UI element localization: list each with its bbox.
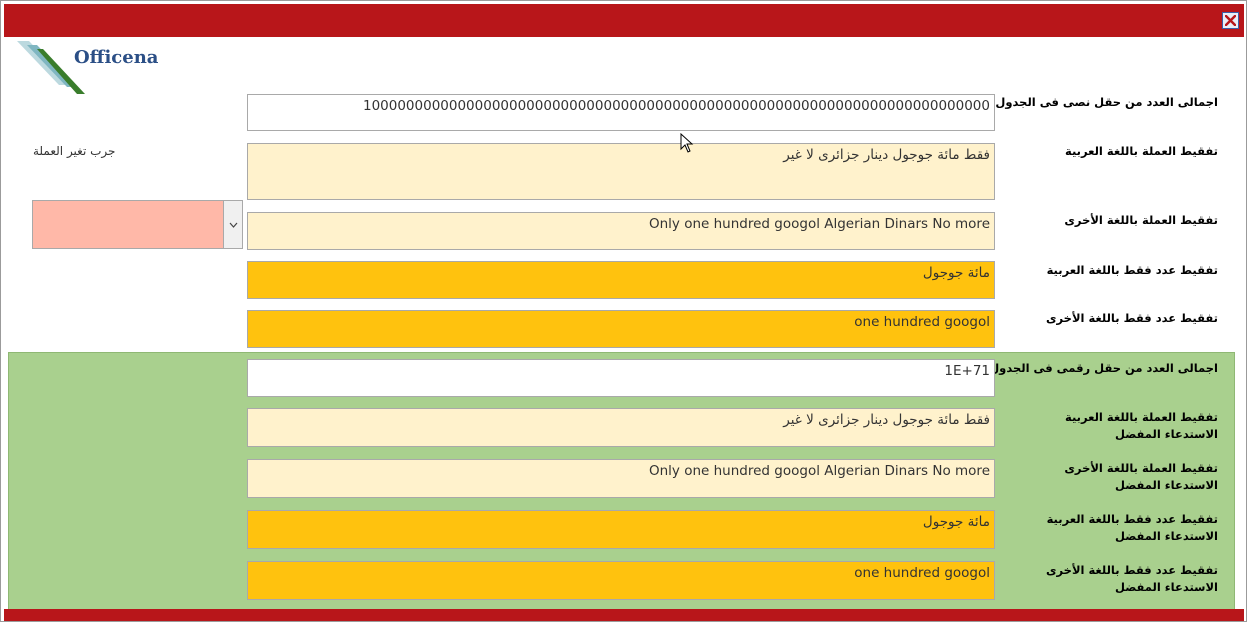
pref-currency-other-field[interactable]: Only one hundred googol Algerian Dinars … (247, 459, 995, 498)
currency-other-label: تفقيط العملة باللغة الأخرى (1064, 213, 1218, 227)
numeric-total-field[interactable]: 1E+71 (247, 359, 995, 397)
close-icon (1225, 15, 1236, 26)
bottom-bar (4, 609, 1244, 621)
currency-combo[interactable] (32, 200, 243, 249)
chevron-down-icon (229, 222, 237, 228)
text-total-label: اجمالى العدد من حقل نصى فى الجدول (995, 95, 1218, 109)
title-bar (4, 4, 1244, 37)
text-total-field[interactable]: 1000000000000000000000000000000000000000… (247, 94, 995, 131)
mouse-cursor-icon (680, 133, 694, 153)
numeric-total-label: اجمالى العدد من حقل رقمى فى الجدول (989, 361, 1218, 375)
number-other-field[interactable]: one hundred googol (247, 310, 995, 348)
pref-currency-ar-label: تفقيط العملة باللغة العربية الاستدعاء ال… (1065, 409, 1218, 443)
pref-number-other-label: تفقيط عدد فقط باللغة الأخرى الاستدعاء ال… (1046, 562, 1218, 596)
number-ar-label: تفقيط عدد فقط باللغة العربية (1046, 263, 1218, 277)
pref-number-other-field[interactable]: one hundred googol (247, 561, 995, 600)
form-window: Officena اجمالى العدد من حقل نصى فى الجد… (0, 0, 1247, 622)
number-other-label: تفقيط عدد فقط باللغة الأخرى (1045, 311, 1218, 325)
currency-other-field[interactable]: Only one hundred googol Algerian Dinars … (247, 212, 995, 250)
pref-number-ar-field[interactable]: مائة جوجول (247, 510, 995, 549)
pref-number-ar-suffix: الاستدعاء المفضل (1114, 529, 1218, 543)
pref-number-ar-label: تفقيط عدد فقط باللغة العربية الاستدعاء ا… (1047, 511, 1218, 545)
currency-ar-field[interactable]: فقط مائة جوجول دينار جزائرى لا غير (247, 143, 995, 200)
pref-currency-ar-suffix: الاستدعاء المفضل (1114, 427, 1218, 441)
pref-currency-other-suffix: الاستدعاء المفضل (1114, 478, 1218, 492)
pref-number-other-title: تفقيط عدد فقط باللغة الأخرى (1045, 563, 1218, 577)
pref-currency-ar-title: تفقيط العملة باللغة العربية (1064, 410, 1218, 424)
number-ar-field[interactable]: مائة جوجول (247, 261, 995, 299)
pref-number-ar-title: تفقيط عدد فقط باللغة العربية (1046, 512, 1218, 526)
close-button[interactable] (1222, 12, 1239, 29)
pref-currency-ar-field[interactable]: فقط مائة جوجول دينار جزائرى لا غير (247, 408, 995, 447)
try-currency-label: جرب تغير العملة (33, 144, 116, 158)
pref-number-other-suffix: الاستدعاء المفضل (1114, 580, 1218, 594)
currency-ar-label: تفقيط العملة باللغة العربية (1064, 144, 1218, 158)
brand-name: Officena (74, 47, 159, 68)
combo-dropdown-button[interactable] (223, 201, 242, 248)
pref-currency-other-title: تفقيط العملة باللغة الأخرى (1064, 461, 1218, 475)
pref-currency-other-label: تفقيط العملة باللغة الأخرى الاستدعاء الم… (1064, 460, 1218, 494)
